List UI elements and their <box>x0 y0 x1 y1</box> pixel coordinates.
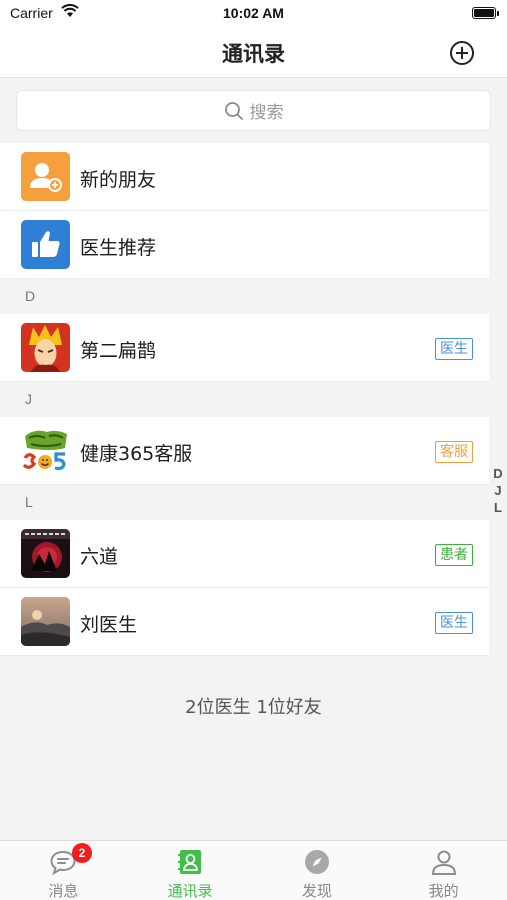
contact-avatar <box>21 529 70 578</box>
new-friends-item[interactable]: 新的朋友 <box>0 143 489 211</box>
battery-icon <box>472 7 499 19</box>
contact-count: 2位医生 1位好友 <box>185 697 322 718</box>
contact-avatar <box>21 323 70 372</box>
contact-avatar <box>21 597 70 646</box>
contact-row[interactable]: 刘医生 医生 <box>0 588 489 656</box>
doctor-recommend-item[interactable]: 医生推荐 <box>0 211 489 279</box>
contact-list: 新的朋友 医生推荐 D 第二扁鹊 医生 J 健康365客服 客服 L 六道 患者… <box>0 143 489 656</box>
tab-label: 消息 <box>48 882 79 900</box>
role-tag: 客服 <box>435 441 473 463</box>
tab-label: 发现 <box>301 882 332 900</box>
contact-name: 第二扁鹊 <box>80 340 157 362</box>
contact-row[interactable]: 健康365客服 客服 <box>0 417 489 485</box>
tab-contacts[interactable]: 通讯录 <box>127 841 254 900</box>
index-letter-l[interactable]: L <box>491 499 505 516</box>
add-friend-icon <box>21 152 70 201</box>
contact-name: 健康365客服 <box>80 443 193 465</box>
role-tag: 医生 <box>435 612 473 634</box>
search-placeholder: 搜索 <box>249 103 284 123</box>
profile-icon <box>431 850 456 875</box>
status-bar: Carrier 10:02 AM <box>0 0 507 28</box>
contact-name: 刘医生 <box>80 614 138 636</box>
tab-discover[interactable]: 发现 <box>254 841 381 900</box>
role-tag: 医生 <box>435 338 473 360</box>
add-contact-button[interactable] <box>448 39 476 67</box>
unread-badge: 2 <box>72 843 92 863</box>
contact-avatar <box>21 426 70 475</box>
tab-bar: 2 消息 通讯录 发现 我的 <box>0 840 507 900</box>
tab-profile[interactable]: 我的 <box>380 841 507 900</box>
contacts-icon <box>178 850 202 874</box>
clock: 10:02 AM <box>223 5 284 21</box>
section-header-l: L <box>0 485 489 520</box>
index-letter-d[interactable]: D <box>491 465 505 482</box>
search-area: 搜索 <box>0 79 507 142</box>
compass-icon <box>304 850 329 874</box>
section-header-j: J <box>0 382 489 417</box>
nav-bar: 通讯录 <box>0 28 507 78</box>
search-input[interactable]: 搜索 <box>16 90 491 131</box>
thumbs-up-icon <box>21 220 70 269</box>
list-item-label: 医生推荐 <box>80 237 157 259</box>
alphabet-index[interactable]: D J L <box>491 465 505 516</box>
section-header-d: D <box>0 279 489 314</box>
contact-row[interactable]: 第二扁鹊 医生 <box>0 314 489 382</box>
contact-name: 六道 <box>80 546 119 568</box>
index-letter-j[interactable]: J <box>491 482 505 499</box>
contact-row[interactable]: 六道 患者 <box>0 520 489 588</box>
search-icon <box>224 101 243 120</box>
list-item-label: 新的朋友 <box>80 169 157 191</box>
role-tag: 患者 <box>435 544 473 566</box>
tab-label: 通讯录 <box>167 882 213 900</box>
page-title: 通讯录 <box>222 42 285 66</box>
tab-label: 我的 <box>428 882 459 900</box>
tab-messages[interactable]: 2 消息 <box>0 841 127 900</box>
